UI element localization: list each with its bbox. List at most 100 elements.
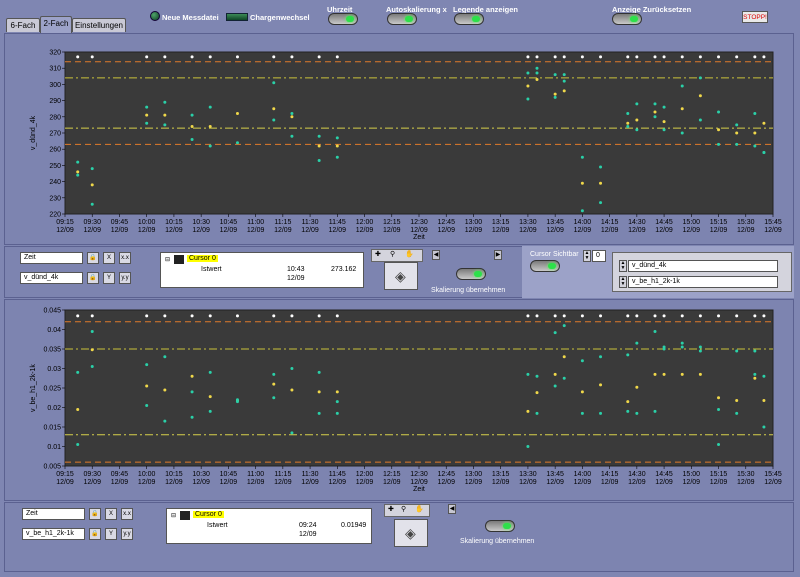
cursor-move-pad-bottom[interactable]: ◈ xyxy=(394,519,428,547)
x-tick-date: 12/09 xyxy=(356,479,374,486)
cursor-index-spinner[interactable]: ▲ ▼ xyxy=(583,250,591,262)
cursor-panel-bottom: ⊟ Cursor 0 Istwert 09:24 12/09 0.01949 xyxy=(166,508,372,544)
data-point xyxy=(626,55,630,59)
data-point xyxy=(145,105,149,109)
data-point xyxy=(717,407,721,411)
format-x-icon[interactable]: x.x xyxy=(119,252,131,264)
apply-scale-toggle[interactable] xyxy=(456,268,486,280)
data-point xyxy=(335,155,339,159)
data-point xyxy=(626,353,630,357)
legend-spinner-1[interactable]: ▲ ▼ xyxy=(619,260,627,272)
data-point xyxy=(580,55,584,59)
cursor-move-pad[interactable]: ◈ xyxy=(384,262,418,290)
data-point xyxy=(635,128,639,132)
legend-item-1[interactable]: v_dünd_4k xyxy=(628,260,778,272)
reset-toggle[interactable] xyxy=(612,13,642,25)
crosshair-icon[interactable]: ✚ xyxy=(375,250,381,258)
cursor-visible-toggle[interactable] xyxy=(530,260,560,272)
data-point xyxy=(635,411,639,415)
y-tick-label: 0.03 xyxy=(47,366,61,373)
data-point xyxy=(272,107,276,111)
graph-tools[interactable]: ✚ ⚲ ✋ xyxy=(371,249,423,262)
plot-area xyxy=(64,51,774,215)
tab-6-fach[interactable]: 6-Fach xyxy=(6,18,40,32)
data-point xyxy=(90,202,94,206)
x-tick-date: 12/09 xyxy=(247,227,265,234)
zoom-icon[interactable]: ⚲ xyxy=(390,250,395,258)
collapse-icon[interactable]: ⊟ xyxy=(165,256,170,263)
autoscale-x-icon-bottom[interactable]: X xyxy=(105,508,117,520)
x-tick-date: 12/09 xyxy=(655,479,673,486)
x-tick-date: 12/09 xyxy=(83,227,101,234)
lock-y-icon[interactable]: 🔒 xyxy=(87,272,99,284)
cursor-index-field[interactable]: 0 xyxy=(592,250,606,262)
data-point xyxy=(76,160,80,164)
legend-item-2[interactable]: v_be_h1_2k-1k xyxy=(628,276,778,288)
data-point xyxy=(526,84,530,88)
pan-icon-bottom[interactable]: ✋ xyxy=(415,505,424,513)
cursor-name-bottom[interactable]: Cursor 0 xyxy=(193,511,224,518)
autoscale-x-icon[interactable]: X xyxy=(103,252,115,264)
y-tick-label: 0.005 xyxy=(43,464,61,471)
x-tick-label: 09:45 xyxy=(111,471,129,478)
data-point xyxy=(698,314,702,318)
y-axis-field[interactable]: v_dünd_4k xyxy=(20,272,83,284)
legend-toggle[interactable] xyxy=(454,13,484,25)
tab-einstellungen[interactable]: Einstellungen xyxy=(72,18,126,32)
data-point xyxy=(735,55,739,59)
data-point xyxy=(535,66,539,70)
cursor-name[interactable]: Cursor 0 xyxy=(187,255,218,262)
time-toggle[interactable] xyxy=(328,13,358,25)
autoscale-y-icon-bottom[interactable]: Y xyxy=(105,528,117,540)
data-point xyxy=(76,314,80,318)
x-tick-label: 14:15 xyxy=(601,219,619,226)
lock-x-icon-bottom[interactable]: 🔒 xyxy=(89,508,101,520)
graph-tools-bottom[interactable]: ✚ ⚲ ✋ xyxy=(384,504,430,517)
data-point xyxy=(526,71,530,75)
data-point xyxy=(735,123,739,127)
autoscale-y-icon[interactable]: Y xyxy=(103,272,115,284)
stop-button[interactable]: STOPP! xyxy=(742,11,768,23)
data-point xyxy=(272,382,276,386)
x-tick-date: 12/09 xyxy=(683,479,701,486)
lock-x-icon[interactable]: 🔒 xyxy=(87,252,99,264)
data-point xyxy=(317,159,321,163)
data-point xyxy=(653,102,657,106)
data-point xyxy=(235,112,239,116)
lock-y-icon-bottom[interactable]: 🔒 xyxy=(89,528,101,540)
apply-scale-toggle-bottom[interactable] xyxy=(485,520,515,532)
data-point xyxy=(272,55,276,59)
autoscale-toggle[interactable] xyxy=(387,13,417,25)
x-tick-date: 12/09 xyxy=(301,479,319,486)
pan-icon[interactable]: ✋ xyxy=(405,250,414,258)
legend-spinner-2[interactable]: ▲ ▼ xyxy=(619,276,627,288)
x-tick-label: 15:30 xyxy=(737,219,755,226)
scroll-left-icon[interactable]: ◀ xyxy=(432,250,440,260)
scroll-left-icon-bottom[interactable]: ◀ xyxy=(448,504,456,514)
x-axis-field[interactable]: Zeit xyxy=(20,252,83,264)
crosshair-icon-bottom[interactable]: ✚ xyxy=(388,505,394,513)
x-tick-date: 12/09 xyxy=(601,227,619,234)
data-point xyxy=(535,78,539,82)
scroll-right-icon[interactable]: ▶ xyxy=(494,250,502,260)
x-tick-label: 13:45 xyxy=(546,219,564,226)
x-tick-date: 12/09 xyxy=(301,227,319,234)
format-y-icon-bottom[interactable]: y.y xyxy=(121,528,133,540)
format-y-icon[interactable]: y.y xyxy=(119,272,131,284)
format-x-icon-bottom[interactable]: x.x xyxy=(121,508,133,520)
collapse-icon-bottom[interactable]: ⊟ xyxy=(171,512,176,519)
data-point xyxy=(290,115,294,119)
tab-2-fach[interactable]: 2-Fach xyxy=(40,16,72,33)
x-axis-field-bottom[interactable]: Zeit xyxy=(22,508,85,520)
y-tick-label: 220 xyxy=(49,212,61,219)
data-point xyxy=(90,348,94,352)
y-axis-field-bottom[interactable]: v_be_h1_2k-1k xyxy=(22,528,85,540)
zoom-icon-bottom[interactable]: ⚲ xyxy=(401,505,406,513)
data-point xyxy=(580,209,584,213)
data-point xyxy=(335,400,339,404)
x-tick-date: 12/09 xyxy=(83,479,101,486)
data-point xyxy=(526,97,530,101)
y-tick-label: 0.045 xyxy=(43,308,61,315)
x-tick-label: 12:30 xyxy=(410,471,428,478)
data-point xyxy=(635,118,639,122)
